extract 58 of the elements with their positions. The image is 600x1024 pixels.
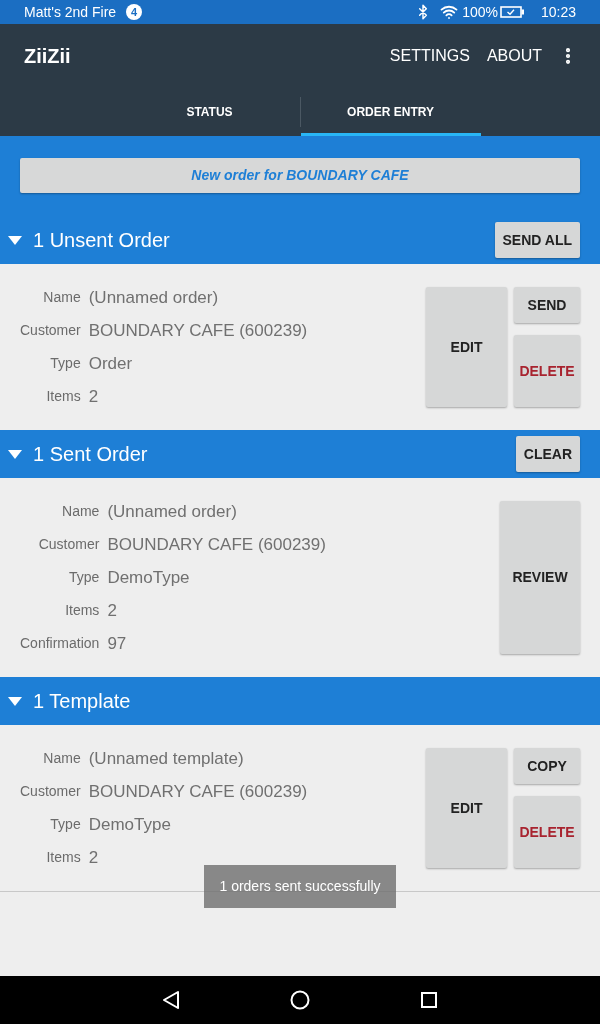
field-label: Type bbox=[69, 568, 100, 587]
field-value: (Unnamed order) bbox=[88, 287, 219, 309]
home-icon[interactable] bbox=[290, 990, 310, 1010]
menu-action[interactable]: ABOUT bbox=[486, 44, 542, 68]
action-button[interactable]: COPY bbox=[514, 748, 580, 784]
field-label: Name bbox=[43, 288, 81, 307]
tab[interactable]: STATUS bbox=[119, 88, 300, 136]
field-value: 2 bbox=[88, 386, 99, 408]
field-label: Type bbox=[50, 354, 81, 373]
field-label: Items bbox=[46, 848, 81, 867]
field-label: Type bbox=[50, 815, 81, 834]
field-label: Name bbox=[62, 502, 100, 521]
section-header[interactable]: 1 Unsent Order SEND ALL bbox=[0, 216, 600, 264]
section-header[interactable]: 1 Sent Order CLEAR bbox=[0, 430, 600, 478]
field-label: Customer bbox=[38, 535, 100, 554]
battery-level: 100% bbox=[462, 2, 498, 22]
caret-down-icon[interactable] bbox=[8, 235, 22, 245]
action-button[interactable]: EDIT bbox=[426, 287, 507, 407]
caret-down-icon[interactable] bbox=[8, 696, 22, 706]
section-header[interactable]: 1 Template bbox=[0, 677, 600, 725]
field-label: Name bbox=[43, 749, 81, 768]
section-title: 1 Sent Order bbox=[33, 442, 148, 467]
toast-message: 1 orders sent successfully bbox=[204, 865, 396, 908]
field-value: 2 bbox=[107, 600, 117, 622]
menu-action[interactable]: SETTINGS bbox=[389, 44, 470, 68]
field-value: DemoType bbox=[107, 567, 190, 589]
header-button[interactable]: CLEAR bbox=[515, 436, 580, 472]
field-value: 2 bbox=[88, 847, 99, 869]
field-value: BOUNDARY CAFE (600239) bbox=[88, 320, 308, 342]
back-icon[interactable] bbox=[162, 990, 180, 1010]
header-button[interactable]: SEND ALL bbox=[494, 222, 580, 258]
section-title: 1 Unsent Order bbox=[33, 228, 170, 253]
action-button[interactable]: REVIEW bbox=[500, 501, 580, 654]
delete-button[interactable]: DELETE bbox=[514, 796, 580, 868]
field-value: (Unnamed order) bbox=[107, 501, 237, 523]
field-value: BOUNDARY CAFE (600239) bbox=[107, 534, 326, 556]
field-label: Items bbox=[46, 387, 81, 406]
field-value: (Unnamed template) bbox=[88, 748, 244, 770]
caret-down-icon[interactable] bbox=[8, 449, 22, 459]
delete-button[interactable]: DELETE bbox=[514, 335, 580, 407]
field-label: Items bbox=[65, 601, 100, 620]
battery-icon bbox=[499, 6, 525, 18]
field-label: Customer bbox=[20, 782, 81, 801]
recents-icon[interactable] bbox=[420, 991, 438, 1009]
notification-badge: 4 bbox=[126, 4, 143, 20]
action-button[interactable]: SEND bbox=[514, 287, 580, 323]
device-name: Matt's 2nd Fire bbox=[24, 2, 117, 22]
app-title: ZiiZii bbox=[24, 44, 71, 69]
field-label: Confirmation bbox=[20, 634, 100, 653]
wifi-icon bbox=[439, 3, 460, 21]
field-value: DemoType bbox=[88, 814, 171, 836]
field-label: Customer bbox=[20, 321, 81, 340]
section-title: 1 Template bbox=[33, 689, 131, 714]
field-value: BOUNDARY CAFE (600239) bbox=[88, 781, 308, 803]
field-value: Order bbox=[88, 353, 133, 375]
action-button[interactable]: EDIT bbox=[426, 748, 507, 868]
clock: 10:23 bbox=[540, 2, 576, 22]
field-value: 97 bbox=[107, 633, 127, 655]
